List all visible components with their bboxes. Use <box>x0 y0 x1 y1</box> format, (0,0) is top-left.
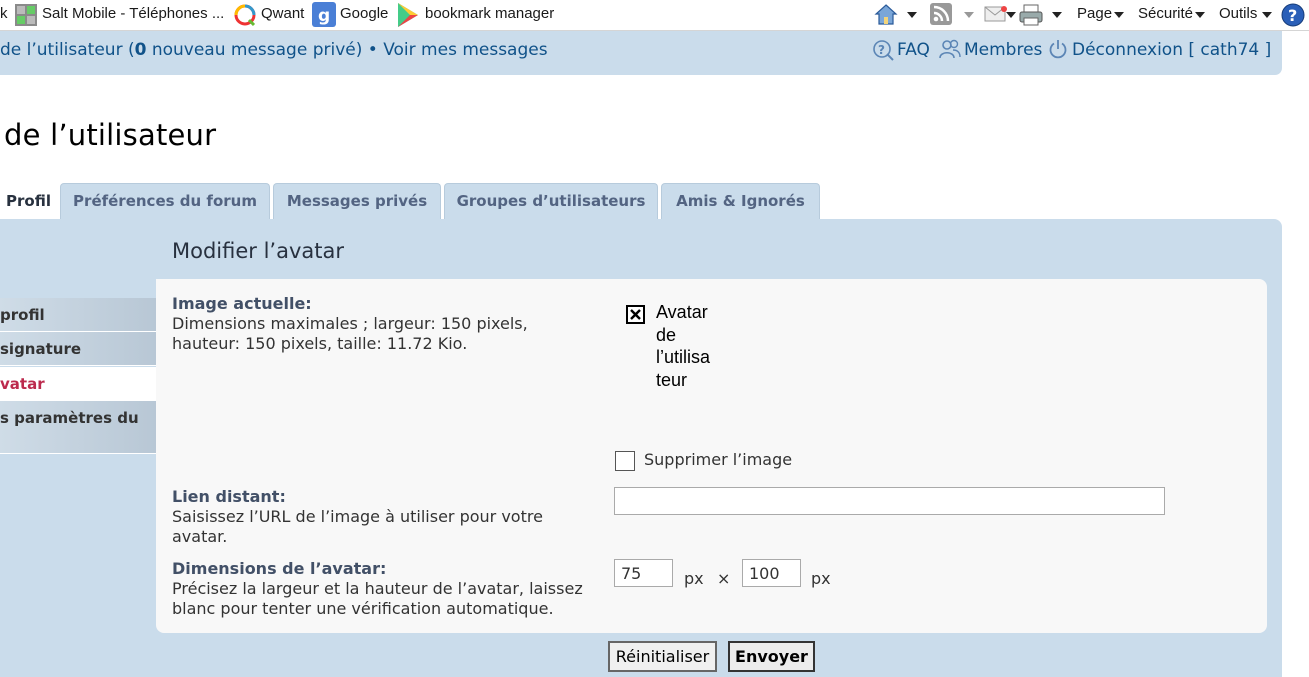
mail-icon[interactable] <box>984 5 1008 23</box>
browser-favorites-bar: k Salt Mobile - Téléphones ... Qwant g G… <box>0 0 1309 31</box>
google-icon: g <box>312 2 336 27</box>
print-icon[interactable] <box>1018 3 1044 27</box>
security-menu-dropdown-icon[interactable] <box>1195 12 1205 18</box>
faq-link[interactable]: FAQ <box>897 40 930 60</box>
reset-button[interactable]: Réinitialiser <box>608 641 717 672</box>
bookmark-google[interactable]: Google <box>340 5 388 22</box>
page-menu-dropdown-icon[interactable] <box>1114 12 1124 18</box>
tab-friends-foes[interactable]: Amis & Ignorés <box>661 183 820 219</box>
current-avatar-alt-text: Avatar de l’utilisa teur <box>656 302 711 390</box>
feed-dropdown-icon[interactable] <box>964 12 974 18</box>
security-menu[interactable]: Sécurité <box>1138 5 1193 22</box>
tab-forum-preferences[interactable]: Préférences du forum <box>60 183 270 219</box>
user-panel-link[interactable]: de l’utilisateur (0 nouveau message priv… <box>0 40 548 60</box>
times-sign: × <box>717 569 731 588</box>
bookmark-salt-mobile[interactable]: Salt Mobile - Téléphones ... <box>42 5 224 22</box>
remote-link-label: Lien distant: Saisissez l’URL de l’image… <box>172 487 543 546</box>
tools-menu[interactable]: Outils <box>1219 5 1257 22</box>
members-link[interactable]: Membres <box>964 40 1042 60</box>
sidebar-item-profile[interactable]: profil <box>0 298 156 332</box>
logout-link[interactable]: Déconnexion [ cath74 ] <box>1072 40 1271 60</box>
avatar-width-input[interactable] <box>614 559 673 587</box>
remote-url-input[interactable] <box>614 487 1165 515</box>
svg-text:g: g <box>318 6 330 26</box>
new-pm-count: 0 <box>134 40 147 60</box>
username: [ cath74 ] <box>1188 40 1272 60</box>
submit-button[interactable]: Envoyer <box>728 641 815 672</box>
tab-profil[interactable]: Profil <box>0 183 57 219</box>
forum-navbar: de l’utilisateur (0 nouveau message priv… <box>0 31 1282 75</box>
height-unit: px <box>811 569 831 588</box>
play-store-icon <box>396 2 420 28</box>
faq-icon[interactable]: ? <box>872 39 894 61</box>
members-icon[interactable] <box>939 38 961 60</box>
view-messages-link[interactable]: Voir mes messages <box>383 40 547 60</box>
bookmark-qwant[interactable]: Qwant <box>261 5 304 22</box>
mail-dropdown-icon[interactable] <box>1006 12 1016 18</box>
home-icon[interactable] <box>874 2 898 26</box>
sidebar-item-signature[interactable]: signature <box>0 332 156 366</box>
broken-image-icon <box>626 305 645 324</box>
page-menu[interactable]: Page <box>1077 5 1112 22</box>
section-title: Modifier l’avatar <box>172 239 344 263</box>
ucp-panel: Modifier l’avatar profil signature vatar… <box>0 219 1282 677</box>
avatar-form: Image actuelle: Dimensions maximales ; l… <box>156 279 1267 633</box>
logout-power-icon[interactable] <box>1048 39 1068 59</box>
home-dropdown-icon[interactable] <box>907 12 917 18</box>
svg-text:?: ? <box>1288 6 1297 25</box>
page-title: de l’utilisateur <box>4 118 217 152</box>
current-image-label: Image actuelle: Dimensions maximales ; l… <box>172 294 528 353</box>
qwant-icon <box>233 3 257 27</box>
rss-feed-icon[interactable] <box>930 3 952 25</box>
sidebar-item-settings[interactable]: s paramètres du <box>0 401 156 454</box>
delete-image-checkbox[interactable] <box>615 451 635 471</box>
avatar-height-input[interactable] <box>742 559 801 587</box>
svg-text:?: ? <box>878 43 885 57</box>
tab-user-groups[interactable]: Groupes d’utilisateurs <box>444 183 658 219</box>
width-unit: px <box>684 569 704 588</box>
avatar-dimensions-label: Dimensions de l’avatar: Précisez la larg… <box>172 559 583 618</box>
print-dropdown-icon[interactable] <box>1052 12 1062 18</box>
sidebar-item-avatar[interactable]: vatar <box>0 367 156 401</box>
bookmark-truncated[interactable]: k <box>0 5 8 22</box>
tools-menu-dropdown-icon[interactable] <box>1262 12 1272 18</box>
help-icon[interactable]: ? <box>1281 3 1305 27</box>
delete-image-label[interactable]: Supprimer l’image <box>644 450 792 469</box>
salt-mobile-icon <box>14 3 38 27</box>
tab-private-messages[interactable]: Messages privés <box>273 183 441 219</box>
bookmark-manager[interactable]: bookmark manager <box>425 5 554 22</box>
